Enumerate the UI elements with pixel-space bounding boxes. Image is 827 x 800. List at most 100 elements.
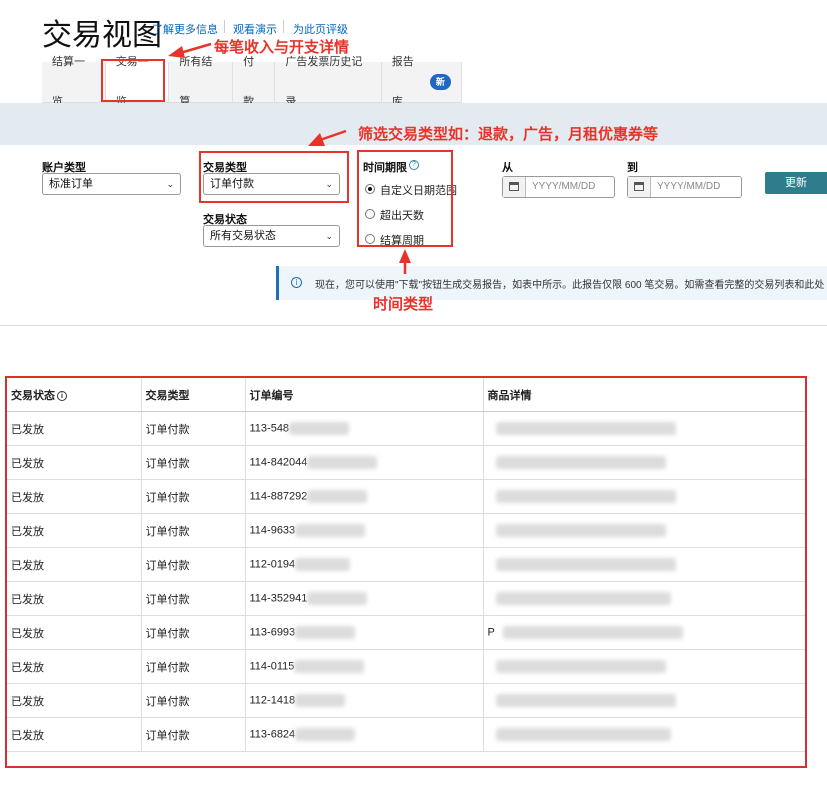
table-row: 已发放 订单付款 113-6824: [7, 717, 805, 752]
status-cell: 已发放: [7, 411, 142, 446]
status-cell: 已发放: [7, 649, 142, 684]
type-cell: 订单付款: [141, 615, 246, 650]
product-detail-cell[interactable]: [483, 649, 805, 684]
type-cell: 订单付款: [141, 717, 246, 752]
table-row: 已发放 订单付款 112-0194: [7, 547, 805, 582]
status-cell: 已发放: [7, 683, 142, 718]
product-detail-cell[interactable]: P: [483, 615, 805, 650]
type-cell-text: 订单付款: [145, 593, 190, 606]
table-row: 已发放 订单付款 113-548: [7, 411, 805, 446]
column-header-status[interactable]: 交易状态 i: [7, 378, 142, 412]
type-cell-text: 订单付款: [145, 695, 190, 708]
redacted-mask: [294, 660, 365, 673]
status-cell-text: 已发放: [11, 593, 44, 606]
product-detail-cell-text: P: [487, 626, 495, 639]
table-row: 已发放 订单付款 114-0115: [7, 649, 805, 684]
status-cell-text: 已发放: [11, 661, 44, 674]
type-cell: 订单付款: [141, 683, 246, 718]
order-id-cell[interactable]: 114-9633: [245, 513, 484, 548]
redacted-mask: [495, 694, 676, 707]
order-id-cell-text: 113-548: [249, 422, 290, 435]
order-id-cell[interactable]: 114-887292: [245, 479, 484, 514]
order-id-cell[interactable]: 113-6824: [245, 717, 484, 752]
redacted-mask: [495, 592, 671, 605]
status-cell-text: 已发放: [11, 627, 44, 640]
order-id-cell-text: 114-0115: [249, 660, 295, 673]
status-cell-text: 已发放: [11, 423, 44, 436]
status-cell: 已发放: [7, 581, 142, 616]
type-cell: 订单付款: [141, 513, 246, 548]
arrow-icon: [308, 133, 325, 146]
redacted-mask: [502, 626, 683, 639]
redacted-mask: [307, 592, 368, 605]
redacted-mask: [295, 626, 356, 639]
arrow-icon: [399, 249, 411, 263]
order-id-cell-text: 112-0194: [249, 558, 296, 571]
type-cell-text: 订单付款: [145, 729, 190, 742]
order-id-cell[interactable]: 114-352941: [245, 581, 484, 616]
status-cell-text: 已发放: [11, 457, 44, 470]
product-detail-cell[interactable]: [483, 717, 805, 752]
status-cell: 已发放: [7, 445, 142, 480]
type-cell: 订单付款: [141, 649, 246, 684]
redacted-mask: [495, 558, 676, 571]
order-id-cell-text: 114-352941: [249, 592, 308, 605]
order-id-cell[interactable]: 113-548: [245, 411, 484, 446]
column-header-product-details[interactable]: 商品详情: [483, 378, 805, 412]
type-cell: 订单付款: [141, 445, 246, 480]
order-id-cell-text: 112-1418: [249, 694, 296, 707]
type-cell-text: 订单付款: [145, 525, 190, 538]
redacted-mask: [295, 728, 356, 741]
arrow-icon: [319, 129, 347, 142]
product-detail-cell[interactable]: [483, 547, 805, 582]
redacted-mask: [495, 524, 666, 537]
arrow-icon: [168, 46, 185, 58]
transactions-table: 交易状态 i 交易类型 订单编号 商品详情 已发放 订单付款 113-548 已发放 订单…: [5, 376, 807, 768]
type-cell-text: 订单付款: [145, 457, 190, 470]
type-cell-text: 订单付款: [145, 423, 190, 436]
redacted-mask: [295, 558, 351, 571]
type-cell: 订单付款: [141, 479, 246, 514]
redacted-mask: [495, 490, 676, 503]
status-cell-text: 已发放: [11, 695, 44, 708]
order-id-cell-text: 114-887292: [249, 490, 308, 503]
type-cell: 订单付款: [141, 411, 246, 446]
arrow-icon: [179, 42, 212, 55]
type-cell-text: 订单付款: [145, 559, 190, 572]
order-id-cell[interactable]: 114-0115: [245, 649, 484, 684]
status-cell: 已发放: [7, 615, 142, 650]
column-header-order-id[interactable]: 订单编号: [245, 378, 484, 412]
product-detail-cell[interactable]: [483, 581, 805, 616]
column-header-label: 交易状态: [11, 389, 55, 402]
order-id-cell[interactable]: 112-1418: [245, 683, 484, 718]
product-detail-cell[interactable]: [483, 445, 805, 480]
order-id-cell[interactable]: 112-0194: [245, 547, 484, 582]
status-cell-text: 已发放: [11, 559, 44, 572]
order-id-cell[interactable]: 114-842044: [245, 445, 484, 480]
order-id-cell-text: 113-6824: [249, 728, 296, 741]
table-row: 已发放 订单付款 112-1418: [7, 683, 805, 718]
column-header-label: 商品详情: [487, 389, 532, 402]
info-icon[interactable]: i: [57, 390, 67, 401]
redacted-mask: [295, 694, 346, 707]
redacted-mask: [307, 490, 368, 503]
column-header-type[interactable]: 交易类型: [141, 378, 246, 412]
product-detail-cell[interactable]: [483, 513, 805, 548]
redacted-mask: [495, 422, 676, 435]
table-row: 已发放 订单付款 113-6993 P: [7, 615, 805, 650]
status-cell: 已发放: [7, 513, 142, 548]
status-cell-text: 已发放: [11, 729, 44, 742]
product-detail-cell[interactable]: [483, 683, 805, 718]
order-id-cell[interactable]: 113-6993: [245, 615, 484, 650]
status-cell-text: 已发放: [11, 491, 44, 504]
column-header-label: 订单编号: [249, 389, 294, 402]
table-row: 已发放 订单付款 114-9633: [7, 513, 805, 548]
redacted-mask: [307, 456, 378, 469]
type-cell-text: 订单付款: [145, 661, 190, 674]
product-detail-cell[interactable]: [483, 479, 805, 514]
table-header-row: 交易状态 i 交易类型 订单编号 商品详情: [7, 378, 805, 412]
redacted-mask: [495, 660, 666, 673]
order-id-cell-text: 114-9633: [249, 524, 296, 537]
product-detail-cell[interactable]: [483, 411, 805, 446]
redacted-mask: [295, 524, 366, 537]
